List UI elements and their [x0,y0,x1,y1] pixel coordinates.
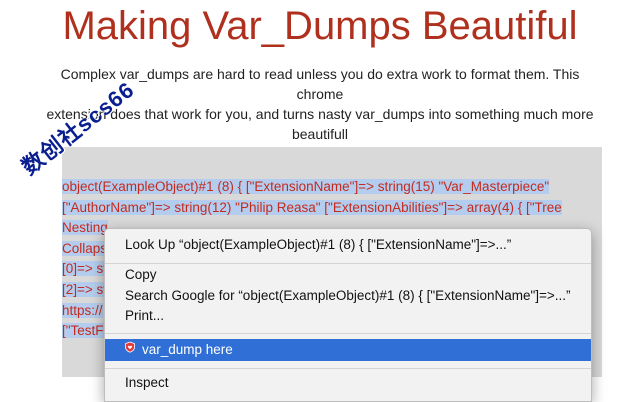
menu-item-print[interactable]: Print... [105,305,591,327]
menu-item-var-dump-here[interactable]: var_dump here [105,339,591,361]
code-line: ["AuthorName"]=> string(12) "Philip Reas… [62,199,562,215]
menu-separator [105,333,591,334]
menu-item-search-google[interactable]: Search Google for “object(ExampleObject)… [105,285,591,307]
code-line: object(ExampleObject)#1 (8) { ["Extensio… [62,179,550,194]
menu-item-inspect[interactable]: Inspect [105,372,591,394]
shield-heart-icon [124,338,136,360]
page-title: Making Var_Dumps Beautiful [62,4,578,48]
menu-item-look-up[interactable]: Look Up “object(ExampleObject)#1 (8) { [… [105,234,591,256]
menu-separator [105,368,591,369]
context-menu: Look Up “object(ExampleObject)#1 (8) { [… [104,228,592,402]
menu-item-copy[interactable]: Copy [105,264,591,286]
menu-item-label: var_dump here [142,342,233,357]
